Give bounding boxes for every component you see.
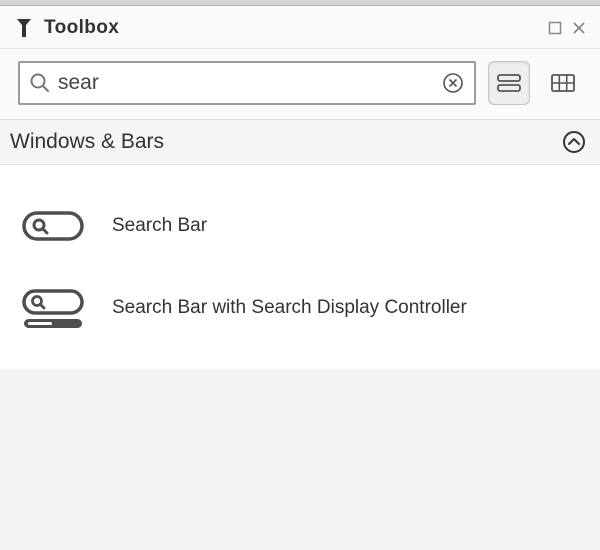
clear-icon[interactable] — [442, 72, 464, 94]
search-field[interactable] — [18, 61, 476, 105]
collapse-icon[interactable] — [562, 130, 586, 154]
list-item-label: Search Bar with Search Display Controlle… — [112, 297, 467, 319]
detach-icon[interactable] — [548, 21, 562, 35]
list-view-button[interactable] — [488, 61, 530, 105]
panel-title: Toolbox — [44, 17, 119, 39]
search-bar-controller-icon — [22, 289, 84, 327]
list-item[interactable]: Search Bar — [0, 185, 600, 267]
results-list: Search Bar Search Bar with Search Displa… — [0, 165, 600, 369]
list-view-icon — [497, 74, 521, 92]
empty-area — [0, 369, 600, 509]
search-input[interactable] — [52, 71, 442, 95]
section-header[interactable]: Windows & Bars — [0, 119, 600, 165]
toolbox-icon — [14, 16, 34, 40]
close-icon[interactable] — [572, 21, 586, 35]
grid-view-button[interactable] — [542, 61, 584, 105]
search-icon — [28, 71, 52, 95]
panel-header: Toolbox — [0, 6, 600, 49]
grid-view-icon — [551, 74, 575, 92]
list-item[interactable]: Search Bar with Search Display Controlle… — [0, 267, 600, 349]
section-title: Windows & Bars — [10, 130, 562, 154]
search-bar-icon — [22, 207, 84, 245]
search-toolbar — [0, 49, 600, 119]
list-item-label: Search Bar — [112, 215, 207, 237]
